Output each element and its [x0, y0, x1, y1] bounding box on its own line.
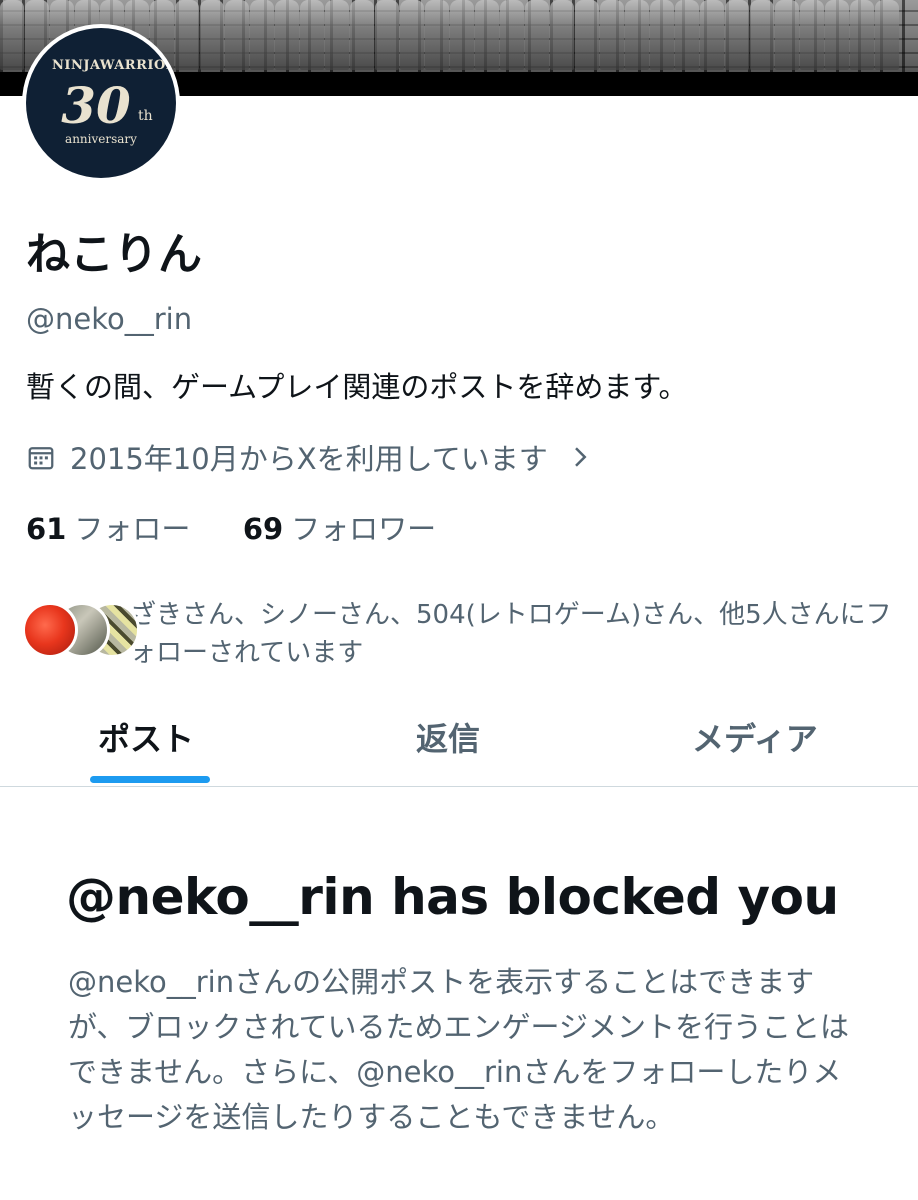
active-tab-indicator — [90, 776, 210, 783]
following-count: 61 — [26, 512, 67, 546]
follow-stats: 61 フォロー 69 フォロワー — [26, 506, 436, 548]
joined-date-text: 2015年10月からXを利用しています — [70, 442, 548, 476]
following-link[interactable]: 61 フォロー — [26, 512, 200, 546]
profile-handle: @neko__rin — [26, 302, 193, 336]
tab-media[interactable]: メディア — [692, 714, 818, 760]
followers-label: フォロワー — [291, 512, 437, 546]
known-followers-text: ざきさん、シノーさん、504(レトロゲーム)さん、他5人さんにフォローされていま… — [130, 600, 892, 668]
blocked-notice-body: @neko__rinさんの公開ポストを表示することはできますが、ブロックされてい… — [68, 965, 849, 1134]
known-followers-avatars — [22, 602, 140, 658]
avatar-logo-title: NINJAWARRIORS — [52, 58, 176, 73]
blocked-notice-title: @neko__rin has blocked you — [66, 868, 839, 926]
tab-posts[interactable]: ポスト — [98, 714, 194, 760]
followers-count: 69 — [242, 512, 284, 546]
tab-replies[interactable]: 返信 — [416, 714, 480, 760]
avatar-image: NINJAWARRIORS 30 th anniversary — [26, 28, 176, 178]
avatar-logo-suffix: th — [138, 108, 153, 124]
known-followers[interactable]: ざきさん、シノーさん、504(レトロゲーム)さん、他5人さんにフォローされていま… — [22, 596, 902, 668]
profile-name: ねこりん — [26, 229, 202, 280]
avatar-logo-number: 30 — [61, 76, 131, 135]
profile-tabs: ポスト 返信 メディア — [0, 694, 918, 787]
avatar — [22, 602, 78, 658]
calendar-icon — [28, 447, 54, 470]
avatar-logo-subtitle: anniversary — [65, 132, 137, 146]
followers-link[interactable]: 69 フォロワー — [243, 512, 436, 546]
joined-date-row[interactable]: 2015年10月からXを利用しています — [26, 436, 590, 478]
profile-bio: 暫くの間、ゲームプレイ関連のポストを辞めます。 — [26, 370, 688, 404]
chevron-right-icon — [574, 447, 587, 467]
profile-avatar[interactable]: NINJAWARRIORS 30 th anniversary — [22, 24, 180, 182]
following-label: フォロー — [74, 512, 191, 546]
